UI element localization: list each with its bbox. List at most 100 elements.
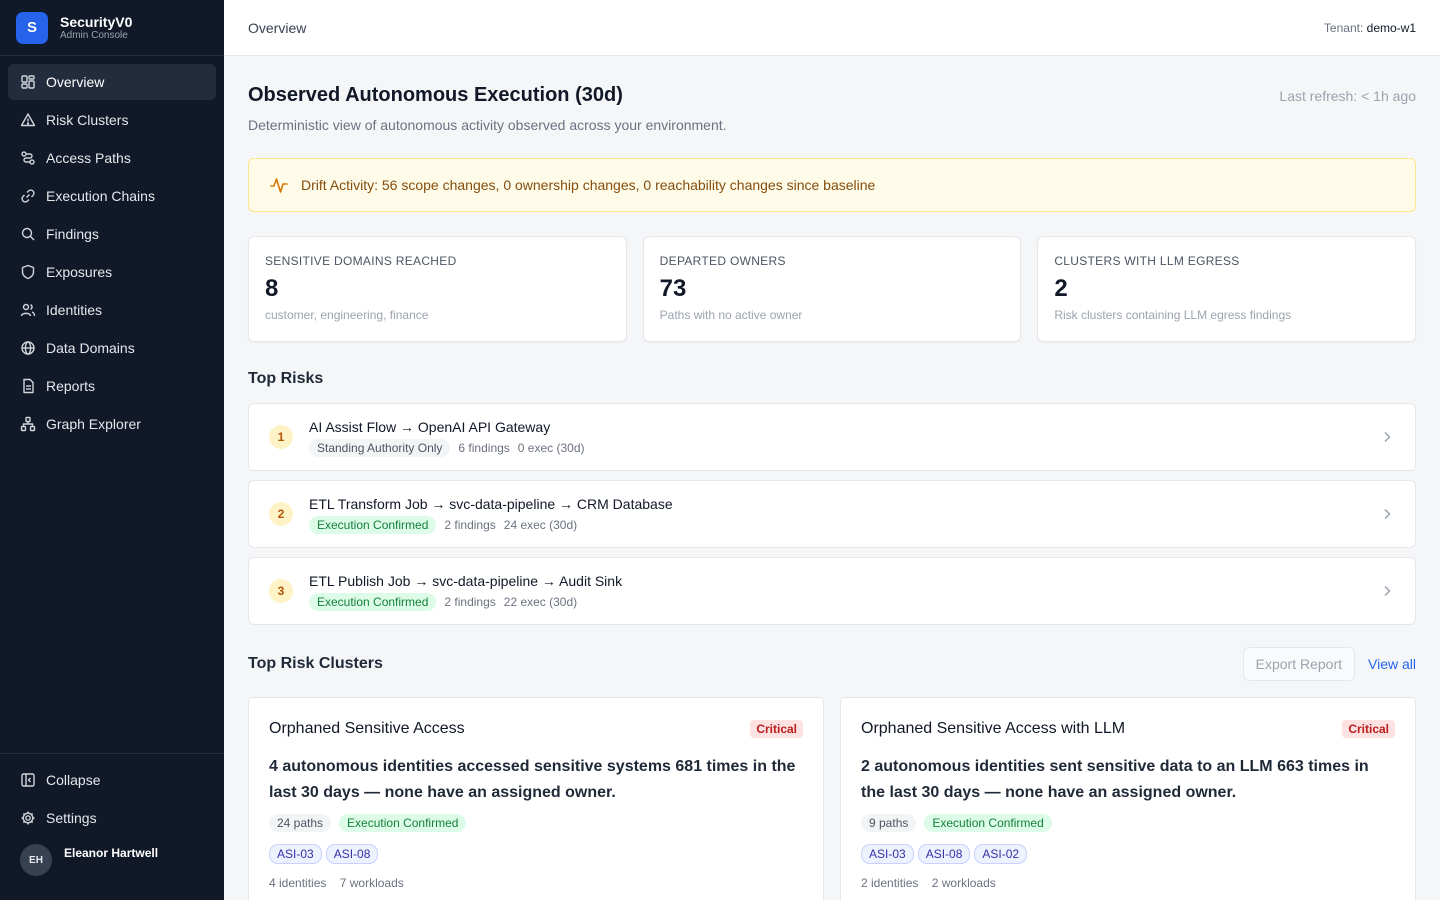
stat-value: 2 <box>1054 275 1068 302</box>
settings-button[interactable]: Settings <box>8 800 216 836</box>
gear-icon <box>20 810 36 826</box>
paths-badge: 9 paths <box>861 814 917 832</box>
identities-count: 4 identities <box>269 876 327 890</box>
sidebar-item-data-domains[interactable]: Data Domains <box>8 330 216 366</box>
main-content: Observed Autonomous Execution (30d) Dete… <box>248 56 1417 900</box>
cluster-card[interactable]: Orphaned Sensitive Access with LLM Criti… <box>840 697 1416 900</box>
sidebar-footer: Collapse Settings EH Eleanor Hartwell <box>0 753 224 900</box>
stat-card-departed-owners[interactable]: DEPARTED OWNERS 73 Paths with no active … <box>642 236 1022 342</box>
workloads-count: 7 workloads <box>339 876 404 890</box>
stats-row: SENSITIVE DOMAINS REACHED 8 customer, en… <box>248 236 1417 342</box>
page-title: Observed Autonomous Execution (30d) <box>248 84 623 106</box>
status-badge: Execution Confirmed <box>309 592 437 611</box>
cluster-name: Orphaned Sensitive Access <box>269 720 465 737</box>
brand-subtitle: Admin Console <box>60 29 128 41</box>
status-badge: Execution Confirmed <box>924 814 1052 832</box>
sidebar-item-risk-clusters[interactable]: Risk Clusters <box>8 102 216 138</box>
avatar: EH <box>20 844 52 876</box>
risk-row[interactable]: 2 ETL Transform Job → svc-data-pipeline … <box>248 480 1416 548</box>
sidebar-item-label: Overview <box>46 74 105 90</box>
view-all-link[interactable]: View all <box>1368 656 1416 672</box>
status-badge: Execution Confirmed <box>309 515 437 534</box>
risk-rank-badge: 2 <box>269 502 293 526</box>
asi-tag: ASI-03 <box>861 844 914 864</box>
exec-count: 0 exec (30d) <box>517 440 585 455</box>
chevron-right-icon <box>1384 508 1391 520</box>
risk-rank-badge: 1 <box>269 425 293 449</box>
stat-card-sensitive-domains[interactable]: SENSITIVE DOMAINS REACHED 8 customer, en… <box>248 236 627 342</box>
workloads-count: 2 workloads <box>931 876 996 890</box>
sidebar-item-findings[interactable]: Findings <box>8 216 216 252</box>
drift-banner: Drift Activity: 56 scope changes, 0 owne… <box>248 158 1416 212</box>
identities-count: 2 identities <box>861 876 919 890</box>
stat-description: customer, engineering, finance <box>265 308 429 322</box>
status-badge: Standing Authority Only <box>309 438 451 457</box>
clusters-grid: Orphaned Sensitive Access Critical 4 aut… <box>248 697 1416 900</box>
tenant-label: Tenant: <box>1323 20 1364 35</box>
severity-badge: Critical <box>750 720 803 738</box>
sidebar-item-label: Findings <box>46 226 99 242</box>
shield-icon <box>20 264 36 280</box>
link-icon <box>20 188 36 204</box>
sidebar-item-access-paths[interactable]: Access Paths <box>8 140 216 176</box>
stat-label: CLUSTERS WITH LLM EGRESS <box>1054 254 1240 268</box>
top-clusters-title: Top Risk Clusters <box>248 655 383 672</box>
risk-name: ETL Publish Job → svc-data-pipeline → Au… <box>309 572 623 589</box>
user-name: Eleanor Hartwell <box>64 846 159 860</box>
search-icon <box>20 226 36 242</box>
stat-label: DEPARTED OWNERS <box>659 254 786 268</box>
top-risks-list: 1 AI Assist Flow → OpenAI API Gateway St… <box>248 403 1416 625</box>
sidebar-item-label: Graph Explorer <box>46 416 141 432</box>
brand-name: SecurityV0 <box>60 13 133 30</box>
risk-row[interactable]: 1 AI Assist Flow → OpenAI API Gateway St… <box>248 403 1416 471</box>
chevron-right-icon <box>1384 431 1391 443</box>
settings-label: Settings <box>46 810 97 826</box>
risk-row[interactable]: 3 ETL Publish Job → svc-data-pipeline → … <box>248 557 1416 625</box>
asi-tag: ASI-08 <box>325 844 379 864</box>
risk-name: AI Assist Flow → OpenAI API Gateway <box>309 418 551 435</box>
asi-tag: ASI-03 <box>269 844 322 864</box>
risk-name: ETL Transform Job → svc-data-pipeline → … <box>309 495 673 512</box>
chevron-right-icon <box>1384 585 1391 597</box>
top-risks-title: Top Risks <box>248 370 324 387</box>
sidebar: S SecurityV0 Admin Console Overview Risk… <box>0 0 224 900</box>
collapse-button[interactable]: Collapse <box>8 762 216 798</box>
stat-value: 8 <box>265 275 279 302</box>
cluster-card[interactable]: Orphaned Sensitive Access Critical 4 aut… <box>248 697 824 900</box>
sidebar-item-label: Identities <box>46 302 103 318</box>
export-report-button[interactable]: Export Report <box>1242 647 1355 681</box>
sidebar-item-label: Execution Chains <box>46 188 155 204</box>
activity-pulse-icon <box>270 178 288 193</box>
globe-icon <box>20 340 36 356</box>
breadcrumb: Overview <box>248 19 307 36</box>
severity-badge: Critical <box>1342 720 1395 738</box>
cluster-summary: 4 autonomous identities accessed sensiti… <box>269 758 796 801</box>
route-icon <box>20 150 36 166</box>
network-icon <box>20 416 36 432</box>
sidebar-item-overview[interactable]: Overview <box>8 64 216 100</box>
brand[interactable]: S SecurityV0 Admin Console <box>0 0 224 56</box>
drift-text: Drift Activity: 56 scope changes, 0 owne… <box>301 177 876 193</box>
risk-rank-badge: 3 <box>269 579 293 603</box>
user-profile[interactable]: EH Eleanor Hartwell <box>8 838 216 882</box>
status-badge: Execution Confirmed <box>339 814 467 832</box>
stat-label: SENSITIVE DOMAINS REACHED <box>265 254 457 268</box>
sidebar-item-exposures[interactable]: Exposures <box>8 254 216 290</box>
cluster-name: Orphaned Sensitive Access with LLM <box>861 720 1126 737</box>
asi-tag: ASI-02 <box>974 844 1028 864</box>
stat-value: 73 <box>659 275 687 302</box>
document-icon <box>20 378 36 394</box>
page-subtitle: Deterministic view of autonomous activit… <box>248 117 727 133</box>
findings-count: 6 findings <box>458 440 510 455</box>
sidebar-item-identities[interactable]: Identities <box>8 292 216 328</box>
paths-badge: 24 paths <box>269 814 332 832</box>
sidebar-item-execution-chains[interactable]: Execution Chains <box>8 178 216 214</box>
dashboard-icon <box>20 74 36 90</box>
stat-description: Risk clusters containing LLM egress find… <box>1054 308 1292 322</box>
stat-card-llm-egress[interactable]: CLUSTERS WITH LLM EGRESS 2 Risk clusters… <box>1037 236 1417 342</box>
brand-logo: S <box>16 11 48 44</box>
sidebar-item-graph-explorer[interactable]: Graph Explorer <box>8 406 216 442</box>
exec-count: 24 exec (30d) <box>503 517 578 532</box>
tenant-indicator[interactable]: Tenant: demo-w1 <box>1324 21 1416 35</box>
sidebar-item-reports[interactable]: Reports <box>8 368 216 404</box>
